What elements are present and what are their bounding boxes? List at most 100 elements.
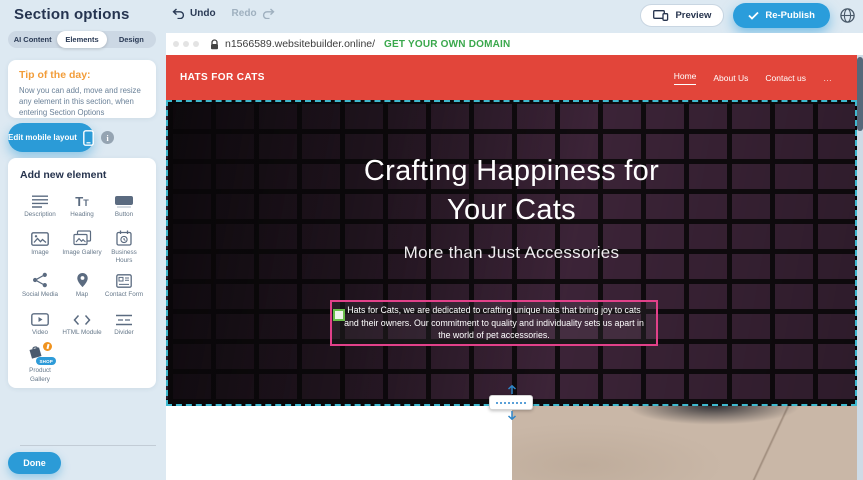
resize-dots: [496, 402, 526, 404]
scrollbar-thumb[interactable]: [857, 57, 863, 131]
nav-home[interactable]: Home: [674, 71, 697, 85]
hero-section-selected[interactable]: Crafting Happiness for Your Cats More th…: [166, 100, 857, 406]
heading-icon: TT: [75, 190, 88, 208]
undo-label: Undo: [190, 8, 216, 19]
element-label: Image Gallery: [62, 249, 101, 257]
carpet-photo: [512, 406, 857, 480]
element-label: Map: [76, 291, 88, 299]
contact-form-icon: [116, 270, 132, 288]
site-logo: HATS FOR CATS: [180, 72, 265, 83]
element-label: Heading: [70, 211, 93, 219]
browser-bar: n1566589.websitebuilder.online/ GET YOUR…: [166, 33, 863, 55]
nav-more-icon[interactable]: …: [823, 73, 833, 83]
element-drag-handle[interactable]: [333, 309, 345, 321]
element-video[interactable]: Video: [20, 308, 60, 341]
element-image-gallery[interactable]: Image Gallery: [62, 228, 102, 265]
arrow-down-icon: [507, 410, 517, 420]
lock-icon: [210, 39, 219, 50]
preview-button[interactable]: Preview: [640, 4, 724, 27]
preview-label: Preview: [675, 10, 711, 21]
element-map[interactable]: Map: [62, 270, 102, 303]
element-label: Button: [115, 211, 133, 219]
element-label: HTML Module: [62, 329, 101, 337]
price-tag-badge: [43, 342, 52, 351]
redo-label: Redo: [232, 8, 257, 19]
topbar-actions: Preview Re-Publish: [640, 3, 856, 28]
app-root: Section options Undo Redo Preview Re-Pub…: [0, 0, 863, 480]
undo-redo-group: Undo Redo: [172, 8, 275, 19]
site-frame: HATS FOR CATS Home About Us Contact us ……: [166, 55, 857, 480]
sidebar-divider: [20, 445, 156, 446]
browser-dot: [173, 41, 179, 47]
element-business-hours[interactable]: Business Hours: [104, 228, 144, 265]
nav-contact[interactable]: Contact us: [765, 73, 806, 83]
globe-icon[interactable]: [839, 7, 856, 24]
html-module-icon: [73, 308, 91, 326]
element-label: Divider: [114, 329, 134, 337]
element-button[interactable]: Button: [104, 190, 144, 223]
add-element-panel: Add new element Description TT Heading B…: [8, 158, 156, 388]
element-label: Product Gallery: [20, 367, 60, 383]
element-product-gallery[interactable]: SHOP Product Gallery: [20, 346, 60, 383]
element-social-media[interactable]: Social Media: [20, 270, 60, 303]
tab-design[interactable]: Design: [107, 31, 156, 48]
republish-label: Re-Publish: [765, 10, 815, 21]
social-media-icon: [32, 270, 48, 288]
tip-title: Tip of the day:: [19, 69, 145, 81]
element-label: Contact Form: [105, 291, 143, 299]
site-header[interactable]: HATS FOR CATS Home About Us Contact us …: [166, 55, 857, 100]
shop-badge: SHOP: [36, 357, 56, 365]
undo-icon: [172, 8, 185, 19]
site-preview: n1566589.websitebuilder.online/ GET YOUR…: [166, 33, 863, 480]
check-icon: [748, 11, 759, 20]
image-icon: [31, 228, 49, 246]
page-title: Section options: [14, 6, 130, 23]
add-element-title: Add new element: [20, 169, 144, 181]
edit-mobile-layout-button[interactable]: Edit mobile layout: [8, 123, 94, 152]
edit-mobile-label: Edit mobile layout: [8, 133, 77, 142]
section-resize-handle[interactable]: [489, 395, 533, 410]
arrow-up-icon: [507, 385, 517, 395]
phone-icon: [83, 130, 94, 146]
preview-scrollbar: [857, 55, 863, 480]
element-image[interactable]: Image: [20, 228, 60, 265]
video-icon: [31, 308, 49, 326]
element-label: Business Hours: [104, 249, 144, 265]
get-domain-link[interactable]: GET YOUR OWN DOMAIN: [384, 39, 510, 50]
element-label: Description: [24, 211, 56, 219]
tab-ai-content[interactable]: AI Content: [8, 31, 57, 48]
tip-card: Tip of the day: Now you can add, move an…: [8, 60, 156, 118]
devices-icon: [653, 10, 669, 21]
done-button[interactable]: Done: [8, 452, 61, 474]
hero-heading: Crafting Happiness for Your Cats: [168, 152, 855, 230]
tab-elements[interactable]: Elements: [57, 31, 106, 48]
element-label: Social Media: [22, 291, 58, 299]
element-grid: Description TT Heading Button Image Imag…: [20, 190, 144, 384]
redo-button[interactable]: Redo: [232, 8, 275, 19]
tip-body: Now you can add, move and resize any ele…: [19, 86, 145, 119]
element-contact-form[interactable]: Contact Form: [104, 270, 144, 303]
divider-icon: [115, 308, 133, 326]
element-divider[interactable]: Divider: [104, 308, 144, 341]
hero-paragraph-box[interactable]: Hats for Cats, we are dedicated to craft…: [330, 300, 658, 346]
element-description[interactable]: Description: [20, 190, 60, 223]
element-label: Video: [32, 329, 48, 337]
business-hours-icon: [116, 228, 132, 246]
undo-button[interactable]: Undo: [172, 8, 216, 19]
button-icon: [114, 190, 134, 208]
browser-dots: [173, 41, 199, 47]
element-label: Image: [31, 249, 49, 257]
browser-dot: [183, 41, 189, 47]
hero-paragraph: Hats for Cats, we are dedicated to craft…: [342, 304, 646, 342]
element-html-module[interactable]: HTML Module: [62, 308, 102, 341]
info-icon[interactable]: i: [101, 131, 114, 144]
sidebar-tabs: AI Content Elements Design: [8, 31, 156, 48]
republish-button[interactable]: Re-Publish: [733, 3, 830, 28]
hero-subheading: More than Just Accessories: [168, 243, 855, 263]
site-url[interactable]: n1566589.websitebuilder.online/: [225, 38, 375, 50]
image-gallery-icon: [73, 228, 92, 246]
element-heading[interactable]: TT Heading: [62, 190, 102, 223]
nav-about[interactable]: About Us: [713, 73, 748, 83]
description-icon: [31, 190, 49, 208]
site-nav: Home About Us Contact us …: [674, 71, 833, 85]
